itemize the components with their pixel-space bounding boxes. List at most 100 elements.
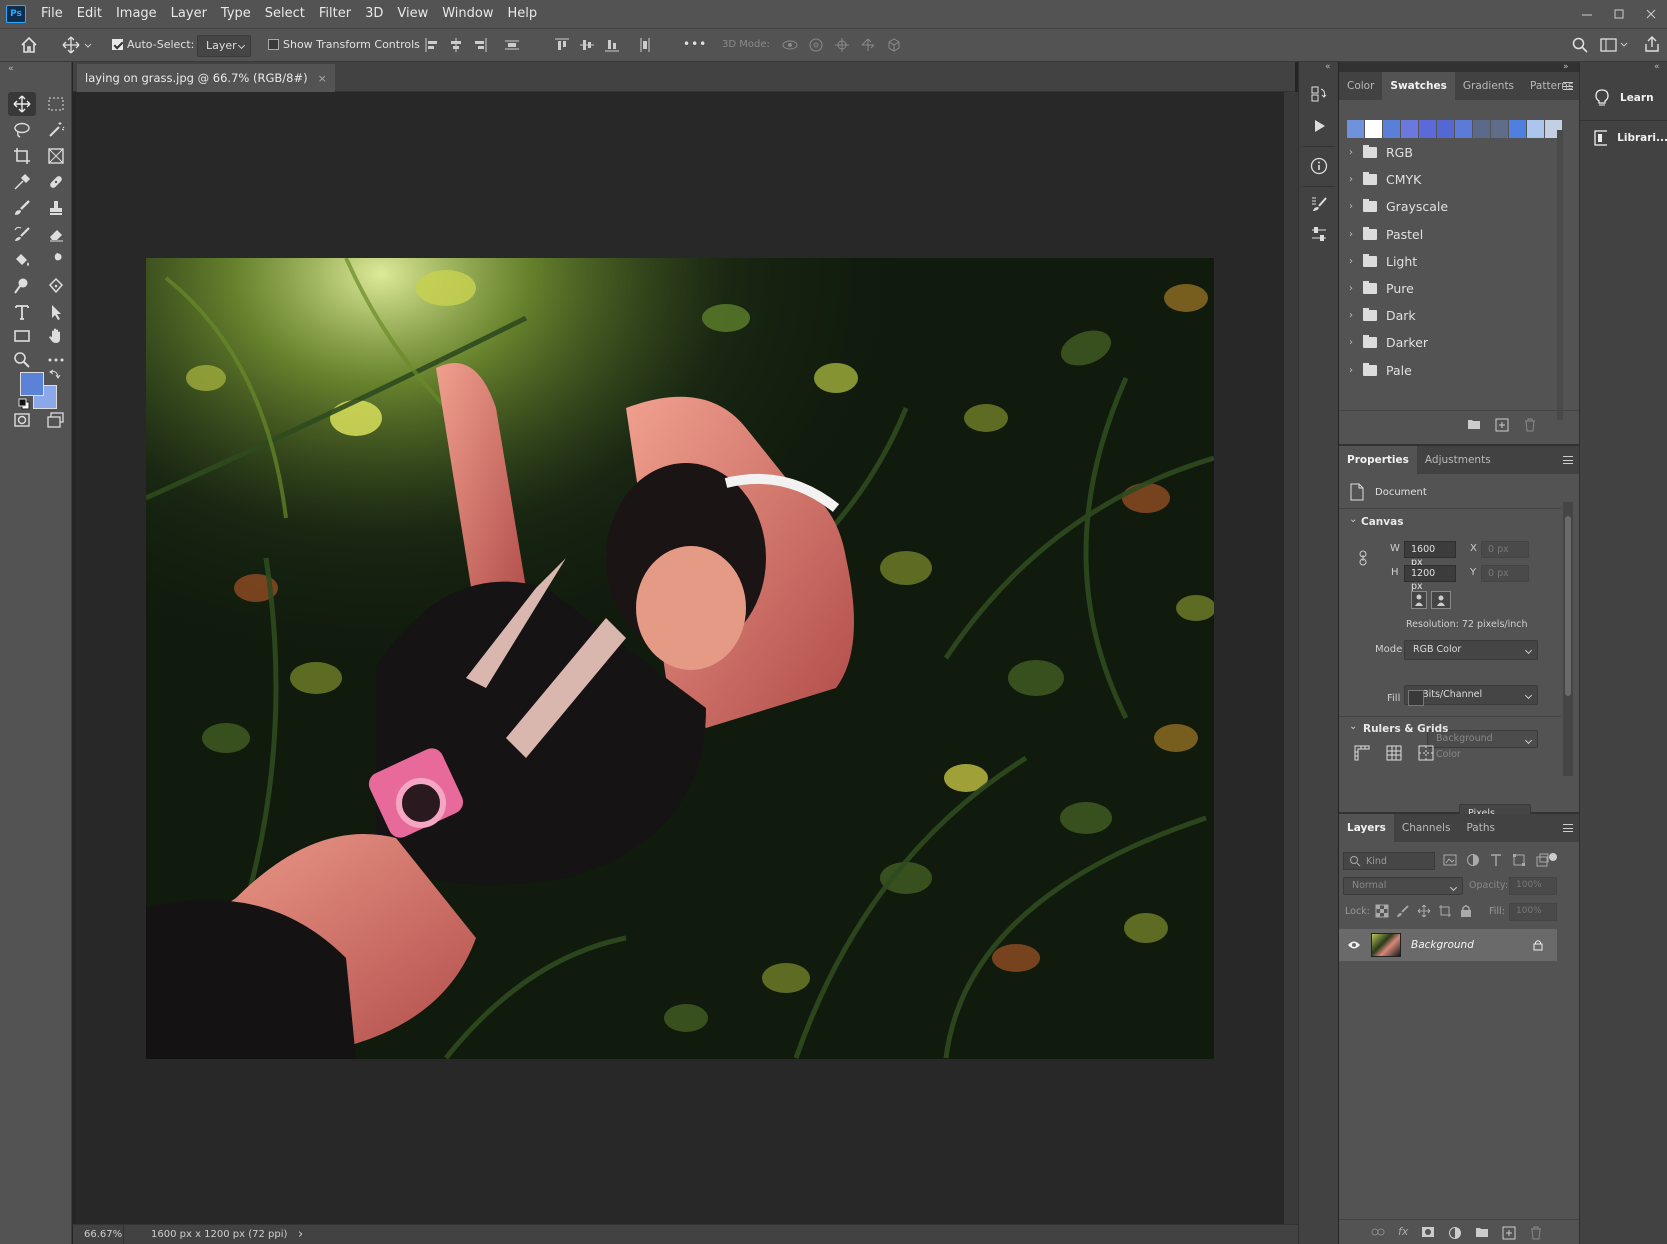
- restore-button[interactable]: [1603, 0, 1635, 28]
- layer-kind-filter[interactable]: Kind: [1343, 852, 1435, 870]
- menu-help[interactable]: Help: [501, 0, 545, 28]
- canvas-section-chevron[interactable]: ⌄: [1349, 514, 1357, 525]
- align-center-icon[interactable]: [448, 37, 464, 53]
- properties-panel-menu-icon[interactable]: [1563, 456, 1573, 464]
- chevron-right-icon[interactable]: ›: [1349, 229, 1357, 240]
- distribute-horizontal-icon[interactable]: [637, 37, 653, 53]
- ruler-icon[interactable]: [1353, 744, 1371, 762]
- tab-properties[interactable]: Properties: [1339, 446, 1417, 474]
- 3d-scale-icon[interactable]: [886, 37, 902, 53]
- auto-select-target-dropdown[interactable]: Layer: [197, 35, 251, 57]
- show-transform-checkbox[interactable]: [268, 39, 279, 50]
- portrait-orientation-button[interactable]: [1411, 591, 1427, 609]
- recent-swatch[interactable]: [1509, 120, 1527, 138]
- recent-swatch[interactable]: [1419, 120, 1437, 138]
- home-button[interactable]: [20, 36, 38, 54]
- recent-swatch[interactable]: [1527, 120, 1545, 138]
- recent-swatch[interactable]: [1365, 120, 1383, 138]
- 3d-slide-icon[interactable]: [860, 37, 876, 53]
- swap-colors-button[interactable]: [49, 368, 61, 380]
- add-mask-icon[interactable]: [1421, 1226, 1435, 1238]
- filter-smart-object-icon[interactable]: [1535, 853, 1549, 867]
- properties-scrollbar[interactable]: [1563, 502, 1573, 776]
- new-group-folder-icon[interactable]: [1467, 418, 1481, 430]
- layer-effects-icon[interactable]: fx: [1398, 1226, 1408, 1240]
- chevron-right-icon[interactable]: ›: [1349, 283, 1357, 294]
- layer-name[interactable]: Background: [1411, 939, 1474, 951]
- zoom-level[interactable]: 66.67%: [84, 1229, 122, 1240]
- history-brush-tool[interactable]: [8, 222, 36, 246]
- menu-3d[interactable]: 3D: [358, 0, 390, 28]
- lock-all-icon[interactable]: [1459, 904, 1473, 918]
- swatch-group-dark[interactable]: › Dark: [1339, 301, 1557, 330]
- swatch-group-pale[interactable]: › Pale: [1339, 356, 1557, 385]
- rectangle-tool[interactable]: [8, 324, 36, 348]
- recent-swatch[interactable]: [1455, 120, 1473, 138]
- align-bottom-icon[interactable]: [604, 37, 620, 53]
- guides-icon[interactable]: [1417, 744, 1435, 762]
- type-tool[interactable]: [8, 300, 36, 324]
- eye-visibility-icon[interactable]: [1347, 940, 1361, 950]
- lock-pixels-icon[interactable]: [1396, 904, 1410, 918]
- recent-swatch[interactable]: [1401, 120, 1419, 138]
- align-middle-icon[interactable]: [579, 37, 595, 53]
- path-selection-tool[interactable]: [42, 300, 70, 324]
- status-menu-arrow[interactable]: ›: [298, 1227, 303, 1242]
- lasso-tool[interactable]: [8, 118, 36, 142]
- menu-edit[interactable]: Edit: [70, 0, 109, 28]
- auto-select-checkbox[interactable]: [112, 39, 123, 50]
- menu-select[interactable]: Select: [258, 0, 312, 28]
- menu-layer[interactable]: Layer: [164, 0, 214, 28]
- healing-brush-tool[interactable]: [42, 170, 70, 194]
- delete-swatch-icon[interactable]: [1523, 418, 1537, 432]
- chevron-right-icon[interactable]: ›: [1349, 147, 1357, 158]
- close-document-icon[interactable]: ×: [318, 72, 327, 85]
- learn-panel-button[interactable]: Learn: [1580, 80, 1667, 116]
- fill-opacity-field[interactable]: 100%: [1509, 903, 1557, 921]
- tab-paths[interactable]: Paths: [1458, 814, 1503, 842]
- 3d-pan-icon[interactable]: [834, 37, 850, 53]
- chevron-right-icon[interactable]: ›: [1349, 337, 1357, 348]
- link-proportions-icon[interactable]: [1358, 550, 1368, 566]
- foreground-color-swatch[interactable]: [20, 372, 44, 396]
- tab-layers[interactable]: Layers: [1339, 814, 1394, 842]
- crop-tool[interactable]: [8, 144, 36, 168]
- collapse-panels-icon[interactable]: »: [1563, 62, 1569, 72]
- swatches-panel-menu-icon[interactable]: [1563, 82, 1573, 90]
- chevron-right-icon[interactable]: ›: [1349, 201, 1357, 212]
- layers-panel-menu-icon[interactable]: [1563, 824, 1573, 832]
- quick-mask-button[interactable]: [8, 408, 36, 432]
- pen-tool[interactable]: [42, 274, 70, 298]
- new-adjustment-layer-icon[interactable]: [1448, 1226, 1462, 1240]
- recent-swatch[interactable]: [1473, 120, 1491, 138]
- recent-swatch[interactable]: [1437, 120, 1455, 138]
- collapse-strip-icon[interactable]: «: [1325, 62, 1331, 72]
- menu-filter[interactable]: Filter: [312, 0, 358, 28]
- align-top-icon[interactable]: [554, 37, 570, 53]
- clone-stamp-tool[interactable]: [42, 196, 70, 220]
- swatch-group-pastel[interactable]: › Pastel: [1339, 220, 1557, 249]
- document-image[interactable]: [146, 258, 1214, 1059]
- swatch-group-cmyk[interactable]: › CMYK: [1339, 165, 1557, 194]
- eraser-tool[interactable]: [42, 222, 70, 246]
- eyedropper-tool[interactable]: [8, 170, 36, 194]
- dodge-tool[interactable]: [8, 274, 36, 298]
- layer-lock-icon[interactable]: [1533, 939, 1543, 951]
- canvas-y-field[interactable]: 0 px: [1481, 565, 1529, 582]
- collapse-learn-icon[interactable]: «: [1654, 62, 1660, 72]
- opacity-field[interactable]: 100%: [1509, 877, 1557, 895]
- lock-transparent-icon[interactable]: [1375, 904, 1389, 918]
- 3d-orbit-icon[interactable]: [782, 37, 798, 53]
- frame-tool[interactable]: [42, 144, 70, 168]
- chevron-right-icon[interactable]: ›: [1349, 310, 1357, 321]
- magic-wand-tool[interactable]: [42, 118, 70, 142]
- filter-toggle-icon[interactable]: [1549, 853, 1557, 861]
- history-panel-button[interactable]: [1307, 82, 1331, 106]
- auto-select-option[interactable]: Auto-Select:: [112, 38, 194, 51]
- 3d-roll-icon[interactable]: [808, 37, 824, 53]
- menu-file[interactable]: File: [34, 0, 70, 28]
- swatch-group-light[interactable]: › Light: [1339, 247, 1557, 276]
- filter-pixel-icon[interactable]: [1443, 853, 1457, 867]
- canvas-height-field[interactable]: 1200 px: [1404, 565, 1456, 592]
- chevron-right-icon[interactable]: ›: [1349, 365, 1357, 376]
